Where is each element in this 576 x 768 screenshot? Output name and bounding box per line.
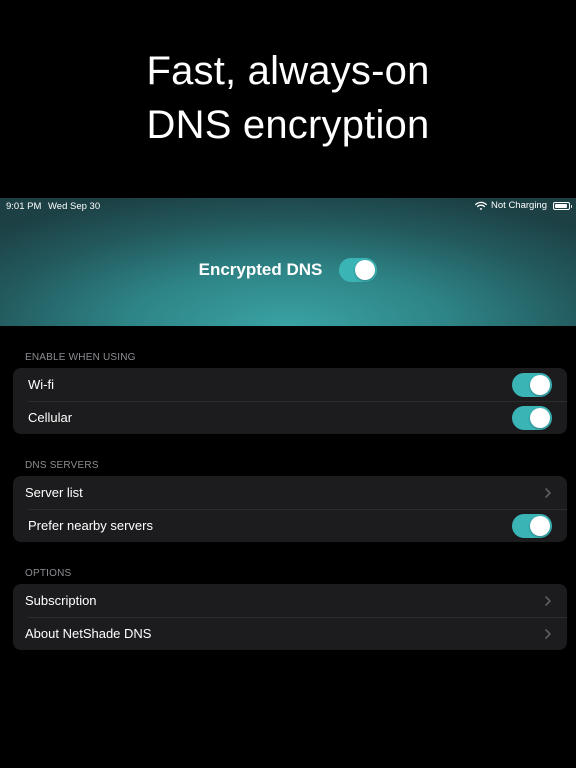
toggle-knob bbox=[355, 260, 376, 280]
promo-headline-line1: Fast, always-on bbox=[146, 49, 430, 93]
section-header-options: OPTIONS bbox=[25, 568, 72, 579]
row-subscription[interactable]: Subscription bbox=[13, 584, 567, 617]
subscription-label: Subscription bbox=[25, 593, 97, 608]
screenshot-page: Fast, always-on DNS encryption 9:01 PM W… bbox=[0, 0, 576, 768]
status-right: Not Charging bbox=[475, 200, 572, 211]
encrypted-dns-hero: 9:01 PM Wed Sep 30 Not Charging Encrypte… bbox=[0, 198, 576, 326]
dns-servers-group: Server list Prefer nearby servers bbox=[13, 476, 567, 542]
prefer-nearby-servers-label: Prefer nearby servers bbox=[28, 518, 153, 533]
status-time: 9:01 PM bbox=[6, 201, 42, 212]
row-cellular[interactable]: Cellular bbox=[13, 401, 567, 434]
wifi-toggle[interactable] bbox=[512, 372, 552, 397]
options-group: Subscription About NetShade DNS bbox=[13, 584, 567, 650]
toggle-knob bbox=[530, 407, 550, 428]
promo-headline-line2: DNS encryption bbox=[146, 103, 430, 147]
wifi-label: Wi-fi bbox=[28, 377, 54, 392]
about-label: About NetShade DNS bbox=[25, 626, 152, 641]
server-list-label: Server list bbox=[25, 485, 83, 500]
battery-fill bbox=[555, 203, 568, 208]
battery-icon bbox=[553, 201, 572, 210]
chevron-right-icon bbox=[545, 595, 551, 606]
row-wifi[interactable]: Wi-fi bbox=[13, 368, 567, 401]
wifi-icon bbox=[475, 201, 487, 210]
cellular-label: Cellular bbox=[28, 410, 73, 425]
enable-when-using-group: Wi-fi Cellular bbox=[13, 368, 567, 434]
promo-banner: Fast, always-on DNS encryption bbox=[0, 0, 576, 198]
status-date: Wed Sep 30 bbox=[48, 201, 101, 212]
toggle-knob bbox=[530, 515, 550, 536]
prefer-nearby-servers-toggle[interactable] bbox=[512, 513, 552, 538]
section-header-enable-when-using: ENABLE WHEN USING bbox=[25, 352, 136, 363]
chevron-right-icon bbox=[545, 628, 551, 639]
status-bar: 9:01 PM Wed Sep 30 Not Charging bbox=[0, 198, 576, 214]
cellular-toggle[interactable] bbox=[512, 405, 552, 430]
device-screen: 9:01 PM Wed Sep 30 Not Charging Encrypte… bbox=[0, 198, 576, 768]
row-prefer-nearby-servers[interactable]: Prefer nearby servers bbox=[13, 509, 567, 542]
row-about[interactable]: About NetShade DNS bbox=[13, 617, 567, 650]
section-header-dns-servers: DNS SERVERS bbox=[25, 460, 99, 471]
encrypted-dns-toggle[interactable] bbox=[339, 258, 378, 282]
charging-status: Not Charging bbox=[491, 200, 547, 211]
toggle-knob bbox=[530, 374, 550, 395]
chevron-right-icon bbox=[545, 487, 551, 498]
encrypted-dns-label: Encrypted DNS bbox=[198, 260, 323, 279]
encrypted-dns-row: Encrypted DNS bbox=[0, 256, 576, 284]
row-server-list[interactable]: Server list bbox=[13, 476, 567, 509]
